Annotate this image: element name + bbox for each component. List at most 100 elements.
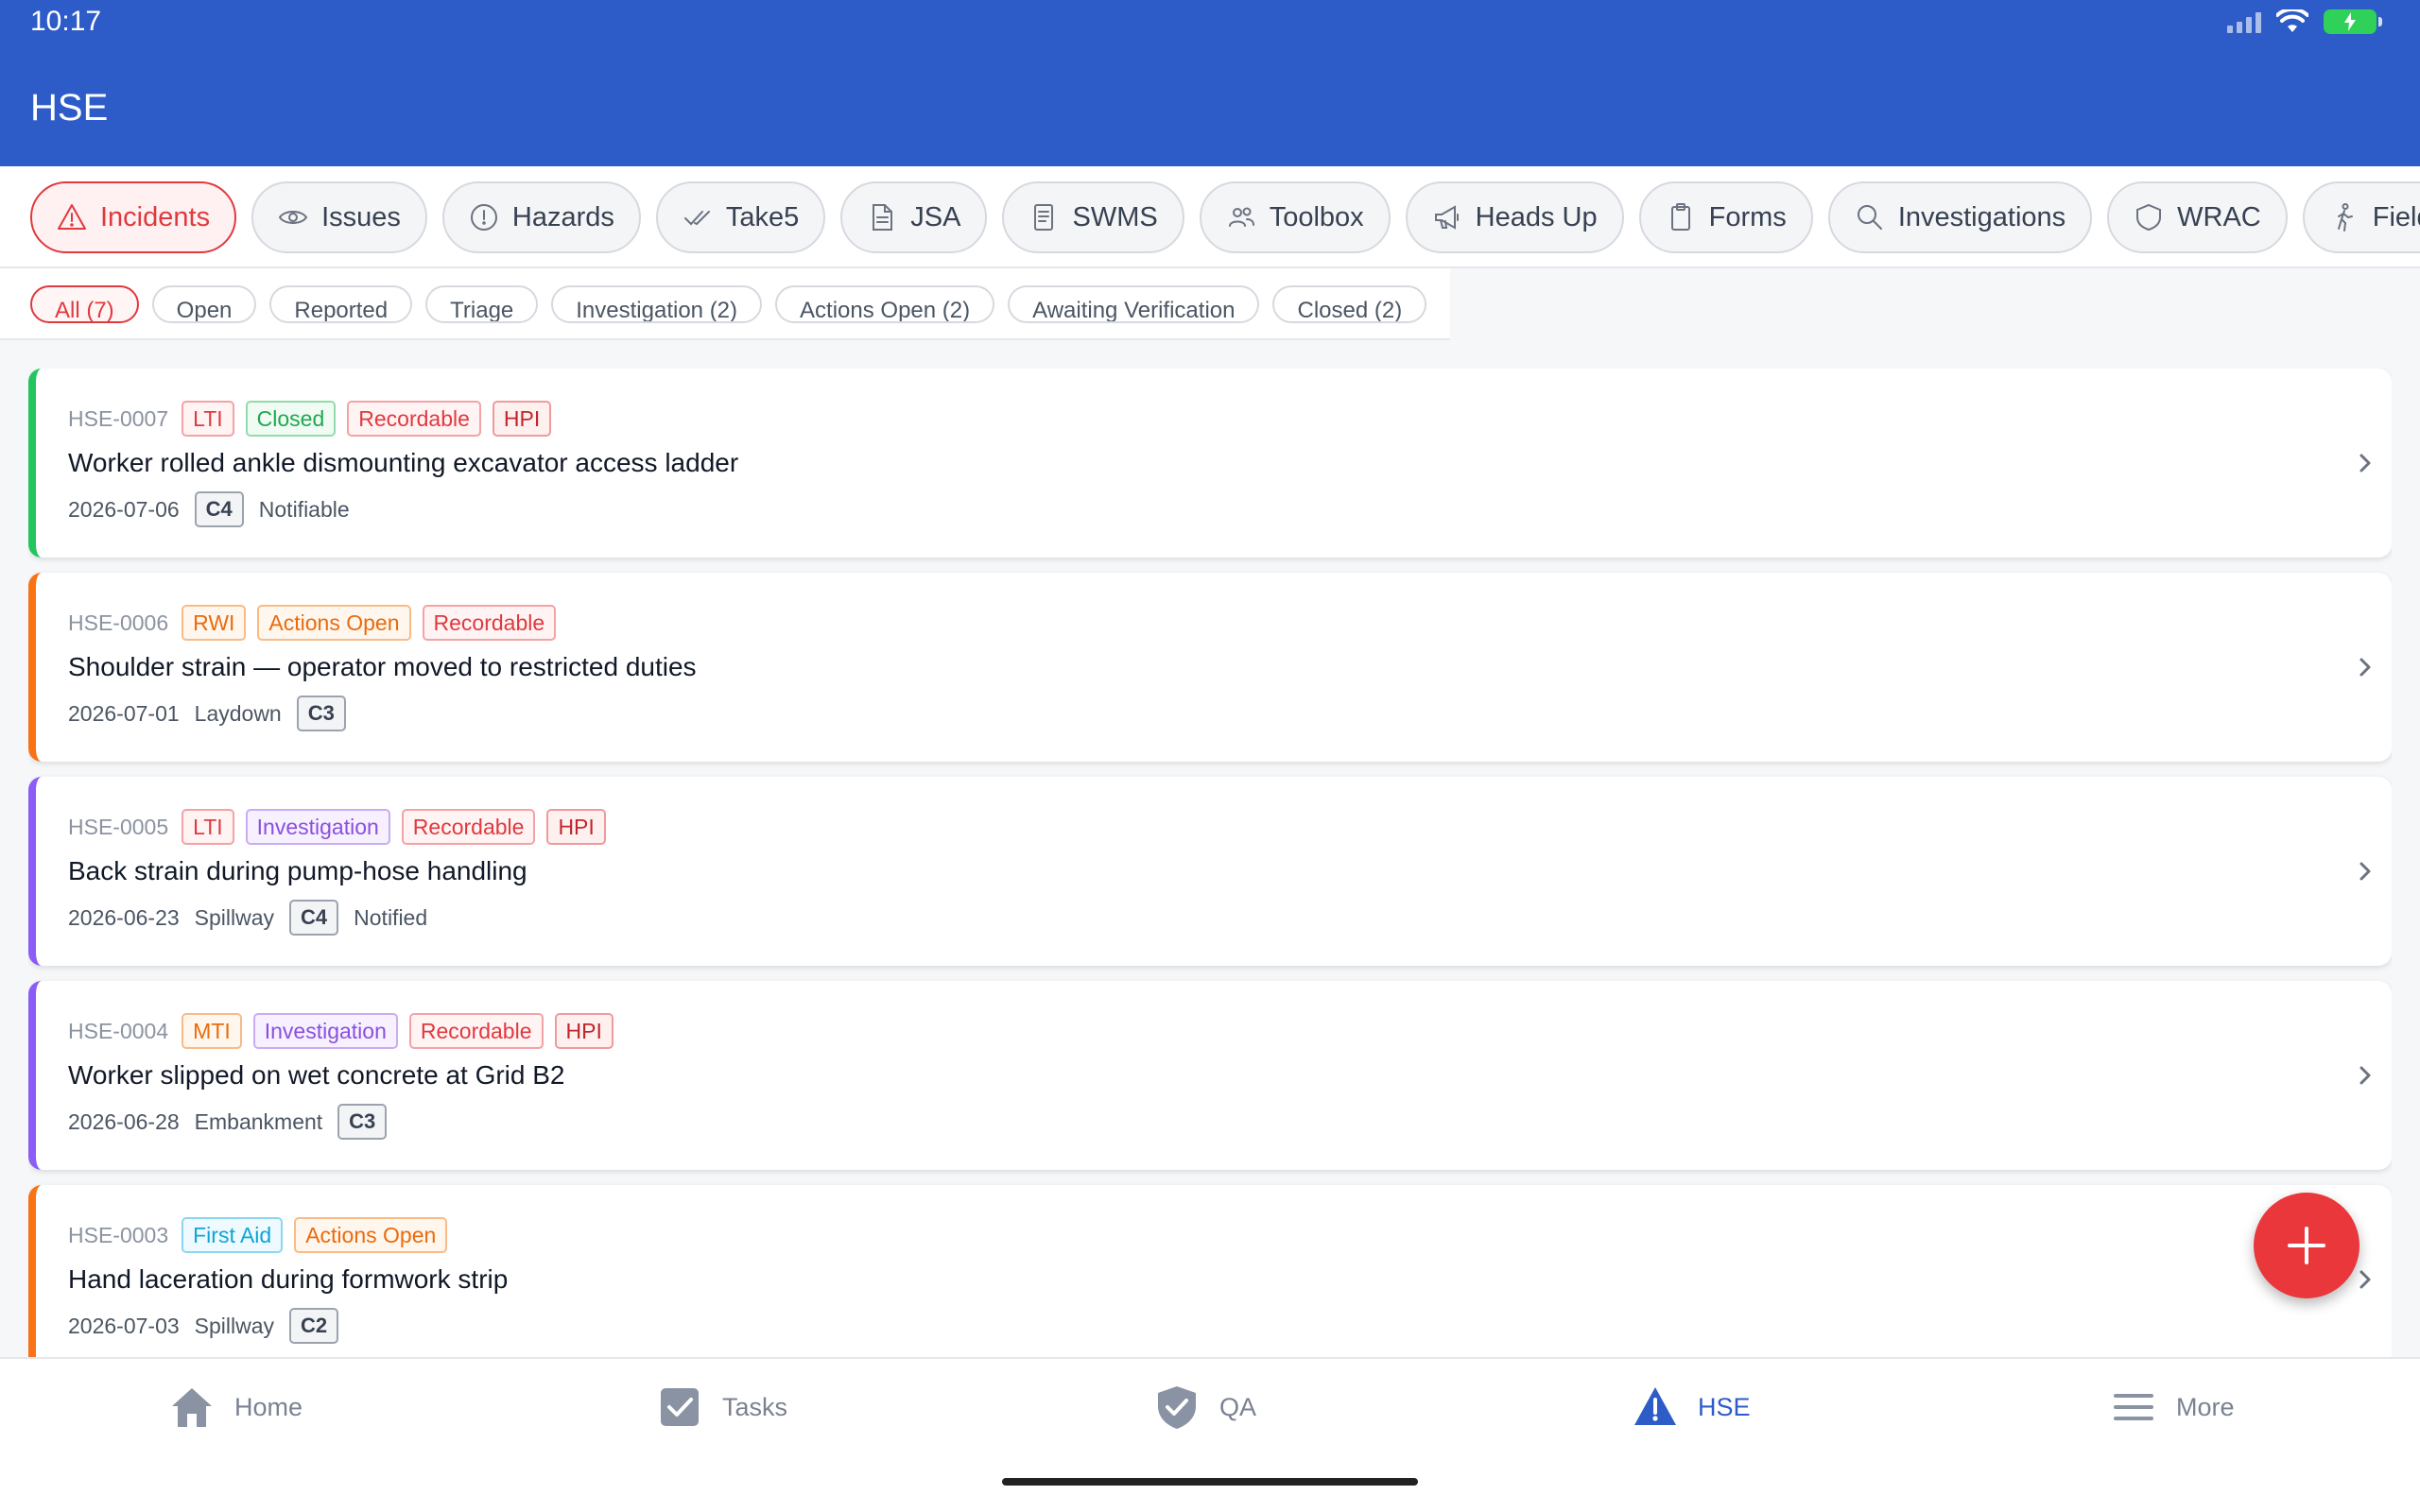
incident-card[interactable]: HSE-0006 RWI Actions Open Recordable Shoulde…: [28, 573, 2392, 762]
nav-qa[interactable]: QA: [1153, 1383, 1256, 1431]
severity-badge: C4: [289, 900, 339, 936]
incident-title: Back strain during pump-hose handling: [68, 856, 527, 885]
status-badge: LTI: [182, 401, 234, 437]
status-badge: Actions Open: [294, 1217, 448, 1253]
tab-label: Investigations: [1897, 201, 2066, 232]
tab-label: Field: [2372, 201, 2420, 232]
incident-date: 2026-06-28: [68, 1108, 180, 1134]
chevron-right-icon: [2360, 658, 2371, 677]
incident-id: HSE-0005: [68, 814, 169, 839]
incident-title: Worker slipped on wet concrete at Grid B…: [68, 1060, 565, 1090]
tab-take5[interactable]: Take5: [655, 181, 826, 253]
incident-location: Spillway: [194, 1313, 275, 1338]
bottom-nav: Home Tasks QA HSE More: [0, 1357, 2420, 1512]
tab-label: Issues: [321, 201, 401, 232]
incident-card[interactable]: HSE-0004 MTI Investigation Recordable HPI Wor…: [28, 981, 2392, 1170]
incident-list: HSE-0007 LTI Closed Recordable HPI Worker rol…: [28, 369, 2392, 1357]
nav-hse-label: HSE: [1698, 1392, 1751, 1421]
warning-triangle-icon: [58, 204, 86, 230]
status-badge: Recordable: [347, 401, 481, 437]
tab-toolbox[interactable]: Toolbox: [1199, 181, 1391, 253]
checkbox-icon: [661, 1388, 699, 1426]
tab-hazards[interactable]: Hazards: [441, 181, 641, 253]
severity-badge: C4: [194, 491, 244, 527]
severity-badge: C3: [337, 1104, 388, 1140]
filter-chip[interactable]: Reported: [269, 285, 413, 323]
tab-forms[interactable]: Forms: [1638, 181, 1813, 253]
clipboard-list-icon: [1034, 204, 1054, 231]
walking-person-icon: [2337, 203, 2353, 232]
filter-chip[interactable]: Actions Open (2): [775, 285, 995, 323]
filter-bar: All (7) Open Reported Triage Investigation (…: [0, 268, 1450, 340]
filter-chip[interactable]: Investigation (2): [551, 285, 763, 323]
menu-icon: [2114, 1394, 2153, 1420]
status-badge: LTI: [182, 809, 234, 845]
incident-id: HSE-0006: [68, 610, 169, 635]
users-icon: [1228, 207, 1254, 227]
status-badge: HPI: [554, 1013, 614, 1049]
status-badge: Investigation: [245, 809, 390, 845]
wifi-icon: [2276, 9, 2308, 32]
tab-swms[interactable]: SWMS: [1002, 181, 1184, 253]
nav-more[interactable]: More: [2110, 1383, 2235, 1431]
tab-jsa[interactable]: JSA: [840, 181, 988, 253]
filter-chip[interactable]: Awaiting Verification: [1008, 285, 1260, 323]
status-badge: Closed: [245, 401, 337, 437]
module-tab-bar: Incidents Issues Hazards Take5 JSA SWMS Toolbo…: [0, 166, 2420, 268]
incident-meta: 2026-07-03 Spillway C2: [68, 1308, 339, 1344]
nav-hse[interactable]: HSE: [1632, 1383, 1751, 1431]
nav-home-label: Home: [234, 1392, 303, 1421]
search-icon: [1857, 205, 1882, 230]
incident-location: Embankment: [194, 1108, 323, 1134]
incident-card[interactable]: HSE-0007 LTI Closed Recordable HPI Worker rol…: [28, 369, 2392, 558]
status-badge: Recordable: [422, 605, 557, 641]
tab-field[interactable]: Field: [2302, 181, 2420, 253]
chevron-right-icon: [2360, 1066, 2371, 1085]
nav-more-label: More: [2176, 1392, 2235, 1421]
incident-date: 2026-06-23: [68, 904, 180, 930]
page-title: HSE: [30, 87, 109, 129]
tab-heads-up[interactable]: Heads Up: [1405, 181, 1624, 253]
tab-investigations[interactable]: Investigations: [1827, 181, 2093, 253]
tab-issues[interactable]: Issues: [251, 181, 427, 253]
chevron-right-icon: [2360, 1270, 2371, 1289]
filter-chip[interactable]: Open: [151, 285, 257, 323]
incident-tags: HSE-0005 LTI Investigation Recordable HPI: [68, 809, 606, 845]
incident-tags: HSE-0004 MTI Investigation Recordable HPI: [68, 1013, 614, 1049]
incident-meta: 2026-06-28 Embankment C3: [68, 1104, 388, 1140]
tab-wrac[interactable]: WRAC: [2107, 181, 2288, 253]
notification-status: Notified: [354, 904, 428, 930]
nav-tasks-label: Tasks: [722, 1392, 788, 1421]
nav-home[interactable]: Home: [168, 1383, 302, 1431]
incident-location: Laydown: [194, 700, 282, 726]
incident-card[interactable]: HSE-0005 LTI Investigation Recordable HPI Bac…: [28, 777, 2392, 966]
incident-id: HSE-0007: [68, 405, 169, 431]
megaphone-icon: [1434, 205, 1459, 230]
incident-date: 2026-07-03: [68, 1313, 180, 1338]
tab-incidents[interactable]: Incidents: [30, 181, 237, 253]
tab-label: Toolbox: [1269, 201, 1364, 232]
filter-chip[interactable]: Triage: [425, 285, 539, 323]
incident-meta: 2026-07-01 Laydown C3: [68, 696, 346, 731]
eye-icon: [278, 211, 308, 224]
status-icons: [2227, 9, 2382, 34]
nav-tasks[interactable]: Tasks: [656, 1383, 787, 1431]
plus-icon: [2288, 1227, 2325, 1264]
module-tabs: Incidents Issues Hazards Take5 JSA SWMS Toolbo…: [30, 181, 2420, 253]
filter-chip[interactable]: Closed (2): [1272, 285, 1427, 323]
home-icon: [172, 1388, 212, 1427]
status-badge: Actions Open: [257, 605, 411, 641]
incident-date: 2026-07-01: [68, 700, 180, 726]
home-indicator: [1002, 1478, 1418, 1486]
filter-chip[interactable]: All (7): [30, 285, 139, 323]
signal-icon: [2227, 10, 2261, 33]
incident-card[interactable]: HSE-0003 First Aid Actions Open Hand lacera…: [28, 1185, 2392, 1357]
incident-meta: 2026-07-06 C4 Notifiable: [68, 491, 350, 527]
add-incident-button[interactable]: [2254, 1193, 2360, 1298]
severity-badge: C2: [289, 1308, 339, 1344]
status-badge: RWI: [182, 605, 247, 641]
shield-icon: [2136, 203, 2162, 232]
status-badge: Investigation: [252, 1013, 398, 1049]
incident-title: Worker rolled ankle dismounting excavato…: [68, 448, 739, 477]
warning-triangle-icon: [1634, 1387, 1676, 1425]
